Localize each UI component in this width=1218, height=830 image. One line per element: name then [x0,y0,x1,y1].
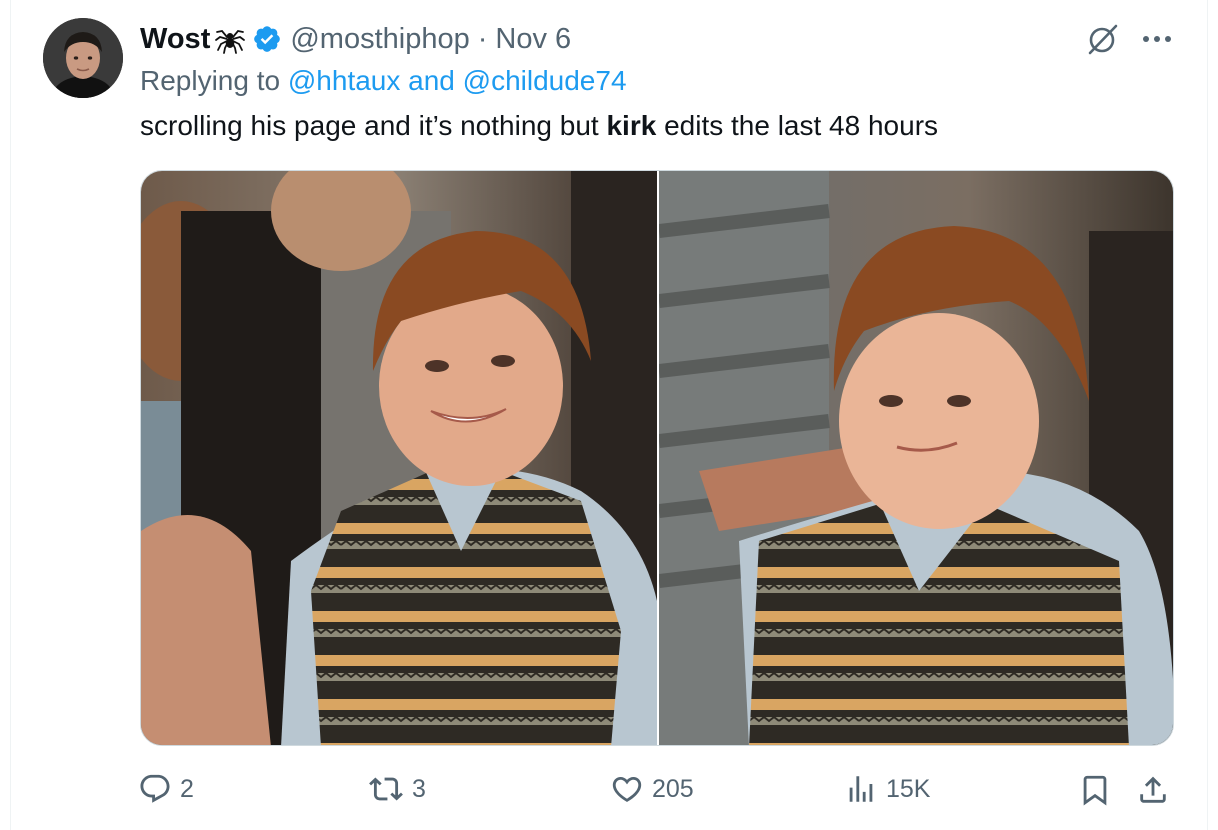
tweet-text-before: scrolling his page and it’s nothing but [140,110,607,141]
replying-to-label: Replying to [140,65,288,96]
share-icon [1140,776,1166,803]
tweet-date[interactable]: Nov 6 [495,23,571,56]
reply-button[interactable]: 2 [138,772,194,806]
reply-user-1[interactable]: @hhtaux [288,65,401,96]
views-count: 15K [886,774,931,803]
bookmark-icon [1083,775,1107,806]
like-button[interactable]: 205 [610,772,694,806]
timeline-border-right [1207,0,1208,830]
like-count: 205 [652,774,694,803]
author-handle[interactable]: @mosthiphop [290,23,469,56]
heart-icon [612,776,642,802]
verified-badge-icon[interactable] [252,24,282,54]
tweet-media[interactable] [140,170,1174,746]
bookmark-button[interactable] [1078,772,1112,808]
tweet-text-after: edits the last 48 hours [656,110,939,141]
spider-icon [214,23,246,55]
tweet-actions-bar: 2 3 205 15K [138,772,1178,814]
media-image-right[interactable] [657,171,1173,745]
timeline-border-left [10,0,11,830]
tweet-text-bold: kirk [606,110,657,141]
views-button[interactable]: 15K [844,772,930,806]
reply-icon [140,774,170,803]
tweet-header: Wost @mosthiphop · Nov 6 [140,20,571,58]
author-name[interactable]: Wost [140,23,210,56]
reply-joiner[interactable]: and [400,65,462,96]
separator-dot: · [477,22,488,55]
avatar[interactable] [43,18,123,98]
grok-icon[interactable] [1086,22,1120,56]
reply-count: 2 [180,774,194,803]
tweet-text: scrolling his page and it’s nothing but … [140,110,938,142]
repost-button[interactable]: 3 [368,772,426,806]
repost-count: 3 [412,774,426,803]
share-button[interactable] [1136,772,1170,808]
views-icon [849,776,873,802]
reply-user-2[interactable]: @childude74 [463,65,627,96]
repost-icon [369,777,403,801]
tweet-top-actions [1086,22,1172,56]
more-options-icon[interactable] [1142,33,1172,45]
media-image-left[interactable] [141,171,657,745]
replying-to-line: Replying to @hhtaux and @childude74 [140,65,627,97]
